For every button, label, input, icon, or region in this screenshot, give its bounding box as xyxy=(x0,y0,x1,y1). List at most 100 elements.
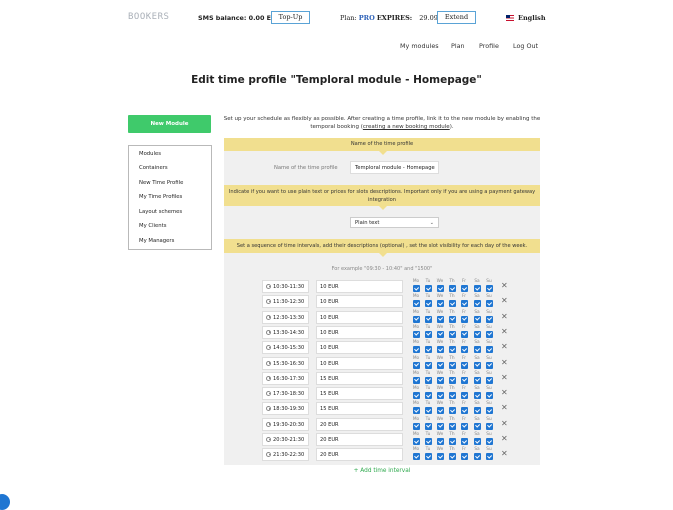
day-checkbox[interactable] xyxy=(460,376,468,384)
day-checkbox[interactable] xyxy=(448,422,456,430)
delete-interval-icon[interactable]: ✕ xyxy=(501,419,508,428)
delete-interval-icon[interactable]: ✕ xyxy=(501,449,508,458)
day-checkbox[interactable] xyxy=(460,361,468,369)
day-checkbox[interactable] xyxy=(436,285,444,292)
day-checkbox[interactable] xyxy=(473,361,481,369)
day-checkbox[interactable] xyxy=(473,438,481,445)
name-input[interactable]: Temploral module - Homepage xyxy=(350,161,439,174)
day-checkbox[interactable] xyxy=(485,453,493,461)
delete-interval-icon[interactable]: ✕ xyxy=(501,388,508,397)
day-checkbox[interactable] xyxy=(473,407,481,415)
interval-description-input[interactable]: 10 EUR xyxy=(316,280,403,293)
delete-interval-icon[interactable]: ✕ xyxy=(501,434,508,443)
day-checkbox[interactable] xyxy=(436,376,444,384)
sidebar-item-my-time-profiles[interactable]: My Time Profiles xyxy=(139,194,182,200)
interval-time-input[interactable]: 14:30-15:30 xyxy=(262,341,309,355)
day-checkbox[interactable] xyxy=(473,300,481,308)
day-checkbox[interactable] xyxy=(460,330,468,338)
day-checkbox[interactable] xyxy=(448,346,456,354)
new-module-button[interactable]: New Module xyxy=(128,115,211,133)
day-checkbox[interactable] xyxy=(424,315,432,323)
day-checkbox[interactable] xyxy=(424,346,432,354)
day-checkbox[interactable] xyxy=(448,376,456,384)
day-checkbox[interactable] xyxy=(412,285,420,292)
sidebar-item-new-time-profile[interactable]: New Time Profile xyxy=(139,180,183,186)
day-checkbox[interactable] xyxy=(412,300,420,308)
day-checkbox[interactable] xyxy=(473,392,481,400)
interval-description-input[interactable]: 20 EUR xyxy=(316,417,403,431)
delete-interval-icon[interactable]: ✕ xyxy=(501,373,508,382)
day-checkbox[interactable] xyxy=(412,346,420,354)
day-checkbox[interactable] xyxy=(485,392,493,400)
day-checkbox[interactable] xyxy=(485,285,493,292)
interval-description-input[interactable]: 20 EUR xyxy=(316,448,403,462)
day-checkbox[interactable] xyxy=(448,438,456,445)
day-checkbox[interactable] xyxy=(485,376,493,384)
day-checkbox[interactable] xyxy=(448,392,456,400)
day-checkbox[interactable] xyxy=(485,361,493,369)
nav-plan[interactable]: Plan xyxy=(451,42,465,50)
interval-time-input[interactable]: 20:30-21:30 xyxy=(262,433,309,446)
day-checkbox[interactable] xyxy=(485,315,493,323)
day-checkbox[interactable] xyxy=(460,438,468,445)
day-checkbox[interactable] xyxy=(460,315,468,323)
day-checkbox[interactable] xyxy=(485,407,493,415)
day-checkbox[interactable] xyxy=(424,361,432,369)
day-checkbox[interactable] xyxy=(485,330,493,338)
day-checkbox[interactable] xyxy=(424,438,432,445)
day-checkbox[interactable] xyxy=(473,330,481,338)
interval-description-input[interactable]: 10 EUR xyxy=(316,341,403,355)
day-checkbox[interactable] xyxy=(473,346,481,354)
interval-description-input[interactable]: 10 EUR xyxy=(316,325,403,339)
day-checkbox[interactable] xyxy=(460,285,468,292)
day-checkbox[interactable] xyxy=(436,330,444,338)
day-checkbox[interactable] xyxy=(424,330,432,338)
day-checkbox[interactable] xyxy=(460,422,468,430)
day-checkbox[interactable] xyxy=(448,315,456,323)
delete-interval-icon[interactable]: ✕ xyxy=(501,296,508,305)
interval-description-input[interactable]: 10 EUR xyxy=(316,295,403,309)
sidebar-item-layout-schemes[interactable]: Layout schemes xyxy=(139,209,182,215)
interval-description-input[interactable]: 10 EUR xyxy=(316,310,403,324)
day-checkbox[interactable] xyxy=(436,422,444,430)
nav-profile[interactable]: Profile xyxy=(479,42,499,50)
delete-interval-icon[interactable]: ✕ xyxy=(501,312,508,321)
help-chat-icon[interactable] xyxy=(0,494,10,510)
day-checkbox[interactable] xyxy=(424,285,432,292)
day-checkbox[interactable] xyxy=(460,407,468,415)
delete-interval-icon[interactable]: ✕ xyxy=(501,281,508,290)
day-checkbox[interactable] xyxy=(448,453,456,461)
day-checkbox[interactable] xyxy=(436,453,444,461)
language-selector[interactable]: English xyxy=(506,14,546,22)
interval-time-input[interactable]: 13:30-14:30 xyxy=(262,325,309,339)
delete-interval-icon[interactable]: ✕ xyxy=(501,327,508,336)
day-checkbox[interactable] xyxy=(460,300,468,308)
day-checkbox[interactable] xyxy=(424,407,432,415)
day-checkbox[interactable] xyxy=(460,453,468,461)
day-checkbox[interactable] xyxy=(485,300,493,308)
day-checkbox[interactable] xyxy=(448,300,456,308)
day-checkbox[interactable] xyxy=(436,346,444,354)
day-checkbox[interactable] xyxy=(485,422,493,430)
day-checkbox[interactable] xyxy=(436,438,444,445)
sidebar-item-my-clients[interactable]: My Clients xyxy=(139,223,166,229)
new-booking-module-link[interactable]: creating a new booking module xyxy=(363,124,450,130)
day-checkbox[interactable] xyxy=(424,422,432,430)
day-checkbox[interactable] xyxy=(412,361,420,369)
delete-interval-icon[interactable]: ✕ xyxy=(501,403,508,412)
delete-interval-icon[interactable]: ✕ xyxy=(501,358,508,367)
interval-description-input[interactable]: 15 EUR xyxy=(316,387,403,401)
interval-time-input[interactable]: 17:30-18:30 xyxy=(262,387,309,401)
interval-description-input[interactable]: 15 EUR xyxy=(316,402,403,416)
delete-interval-icon[interactable]: ✕ xyxy=(501,342,508,351)
day-checkbox[interactable] xyxy=(424,300,432,308)
interval-description-input[interactable]: 10 EUR xyxy=(316,356,403,370)
extend-button[interactable]: Extend xyxy=(437,11,476,24)
day-checkbox[interactable] xyxy=(412,453,420,461)
day-checkbox[interactable] xyxy=(436,392,444,400)
topup-button[interactable]: Top-Up xyxy=(271,11,310,24)
nav-log-out[interactable]: Log Out xyxy=(513,42,538,50)
day-checkbox[interactable] xyxy=(436,315,444,323)
day-checkbox[interactable] xyxy=(412,392,420,400)
app-logo[interactable]: BOOKERS xyxy=(128,12,169,22)
